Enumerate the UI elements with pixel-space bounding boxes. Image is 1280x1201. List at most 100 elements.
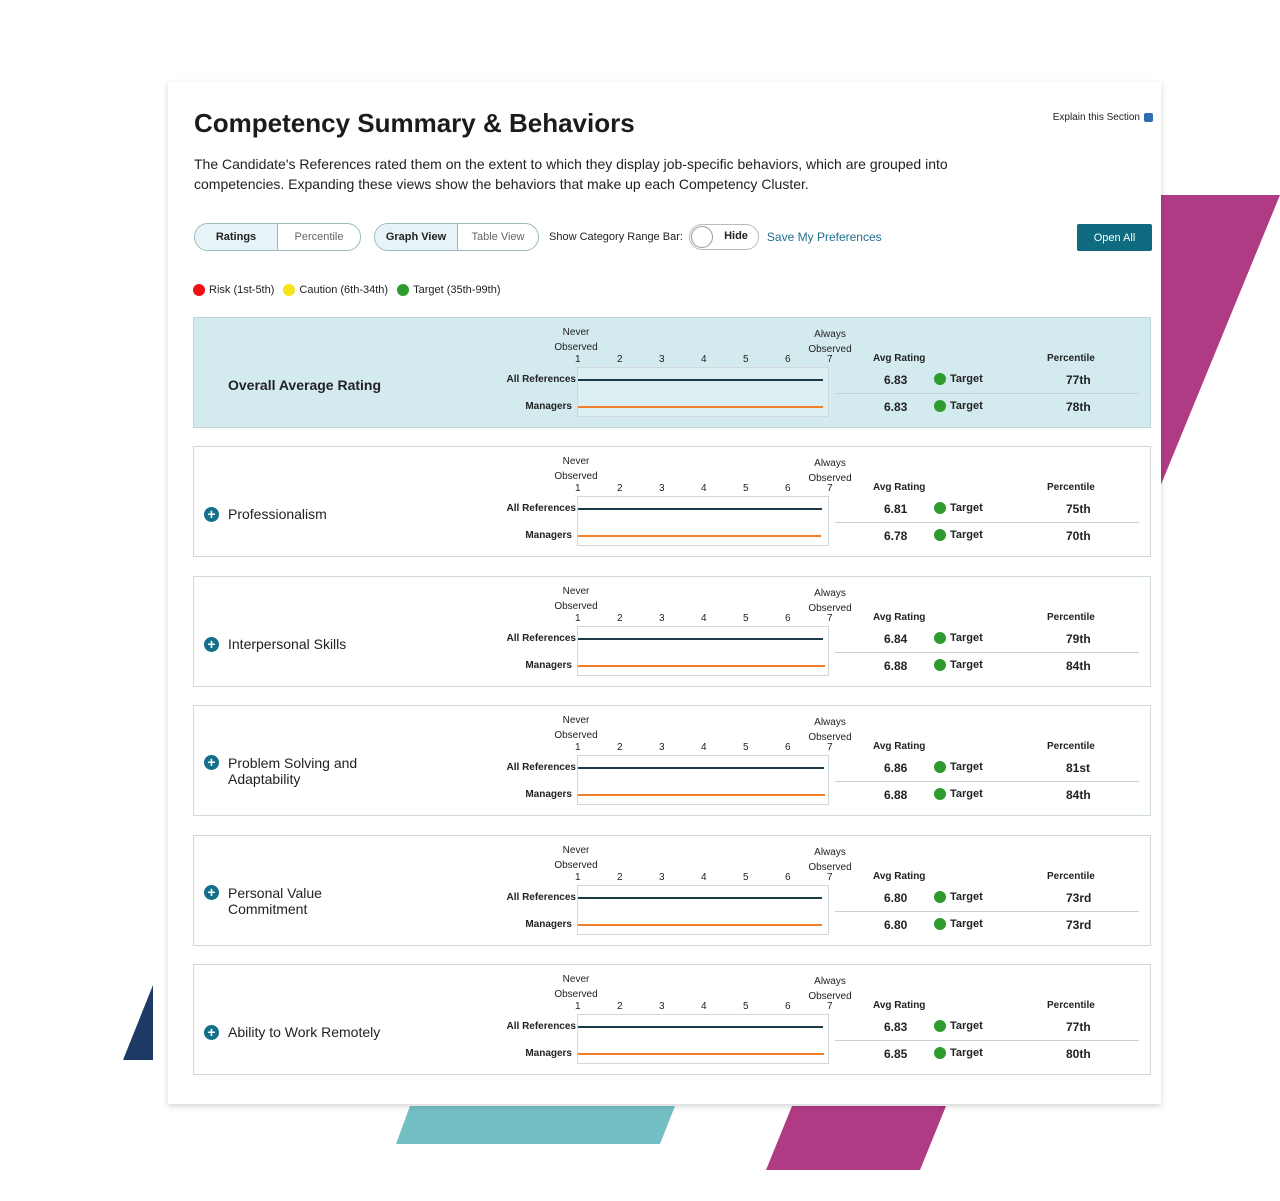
all-avg-value: 6.80 [884,891,908,905]
competency-row[interactable]: + Ability to Work Remotely Never Observed A… [193,964,1151,1075]
scale-tick-label: 4 [701,613,707,624]
never-observed-label: Never Observed [554,586,598,612]
row-divider [835,652,1139,653]
all-status: Target [934,632,983,644]
competency-name: Ability to Work Remotely [228,1024,381,1040]
all-references-label: All References [506,892,576,903]
scale-tick-label: 6 [785,742,791,753]
table-view-tab[interactable]: Table View [458,224,538,250]
expand-plus-icon[interactable]: + [204,1025,219,1040]
expand-plus-icon[interactable]: + [204,755,219,770]
all-references-bar [578,379,823,381]
ratings-tab[interactable]: Ratings [195,224,278,250]
managers-avg-value: 6.88 [884,659,908,673]
scale-tick-label: 2 [617,1001,623,1012]
scale-tick-label: 2 [617,872,623,883]
scale-tick-label: 1 [575,483,581,494]
managers-status: Target [934,1047,983,1059]
green-dot-icon [934,373,946,385]
yellow-dot-icon [283,284,296,296]
explain-link[interactable]: Explain this Section [1053,112,1153,123]
percentile-tab[interactable]: Percentile [278,224,360,250]
all-percentile-value: 73rd [1066,891,1092,905]
avg-rating-header: Avg Rating [873,482,926,493]
managers-label: Managers [525,530,572,541]
always-observed-label: Always Observed [808,847,852,873]
managers-label: Managers [525,401,572,412]
scale-tick-label: 3 [659,354,665,365]
scale-tick-label: 6 [785,354,791,365]
legend-risk: Risk (1st-5th) [193,284,274,296]
scale-tick-label: 4 [701,354,707,365]
scale-tick-label: 1 [575,872,581,883]
managers-avg-value: 6.88 [884,788,908,802]
legend-label: Caution (6th-34th) [299,284,389,296]
competency-name: Problem Solving and Adaptability [228,755,358,787]
all-avg-value: 6.83 [884,373,908,387]
all-references-label: All References [506,1021,576,1032]
all-percentile-value: 77th [1066,373,1091,387]
range-bar-toggle[interactable]: Hide [688,224,759,250]
managers-bar [578,535,821,537]
never-observed-label: Never Observed [554,715,598,741]
row-divider [835,781,1139,782]
magenta-stripe-right [1160,195,1280,487]
competency-row[interactable]: + Interpersonal Skills Never Observed Alway… [193,576,1151,687]
competency-name: Personal Value Commitment [228,885,322,917]
green-dot-icon [934,918,946,930]
competency-row[interactable]: + Problem Solving and Adaptability Never O… [193,705,1151,816]
scale-tick-label: 3 [659,483,665,494]
open-all-button[interactable]: Open All [1077,224,1152,251]
competency-row[interactable]: + Personal Value Commitment Never Observed… [193,835,1151,946]
all-percentile-value: 77th [1066,1020,1091,1034]
view-toggle: Graph View Table View [374,223,539,251]
info-icon [1144,113,1153,122]
all-references-label: All References [506,503,576,514]
never-observed-label: Never Observed [554,845,598,871]
expand-plus-icon[interactable]: + [204,507,219,522]
legend: Risk (1st-5th) Caution (6th-34th) Target… [193,284,510,296]
scale-tick-label: 6 [785,483,791,494]
status-label: Target [950,373,983,385]
scale-tick-label: 1 [575,1001,581,1012]
all-avg-value: 6.86 [884,761,908,775]
scale-tick-label: 7 [827,1001,833,1012]
managers-bar [578,1053,824,1055]
scale-tick-label: 1 [575,742,581,753]
managers-bar [578,794,825,796]
always-observed-label: Always Observed [808,458,852,484]
all-avg-value: 6.83 [884,1020,908,1034]
green-dot-icon [934,761,946,773]
managers-status: Target [934,788,983,800]
all-status: Target [934,1020,983,1032]
all-percentile-value: 75th [1066,502,1091,516]
range-bar-label: Show Category Range Bar: [549,231,683,243]
managers-bar [578,406,823,408]
graph-view-tab[interactable]: Graph View [375,224,458,250]
teal-bar-bottom [396,1106,675,1144]
status-label: Target [950,1020,983,1032]
save-preferences-link[interactable]: Save My Preferences [767,230,882,244]
all-status: Target [934,373,983,385]
all-avg-value: 6.84 [884,632,908,646]
managers-avg-value: 6.85 [884,1047,908,1061]
row-divider [835,911,1139,912]
managers-label: Managers [525,660,572,671]
managers-percentile-value: 78th [1066,400,1091,414]
expand-plus-icon[interactable]: + [204,637,219,652]
status-label: Target [950,1047,983,1059]
avg-rating-header: Avg Rating [873,353,926,364]
status-label: Target [950,529,983,541]
scale-tick-label: 2 [617,483,623,494]
legend-label: Target (35th-99th) [413,284,501,296]
always-observed-label: Always Observed [808,329,852,355]
scale-tick-label: 3 [659,872,665,883]
expand-plus-icon[interactable]: + [204,885,219,900]
scale-tick-label: 3 [659,613,665,624]
always-observed-label: Always Observed [808,976,852,1002]
rating-plot-area [577,755,829,805]
managers-avg-value: 6.80 [884,918,908,932]
percentile-header: Percentile [1047,871,1095,882]
rating-plot-area [577,626,829,676]
competency-row[interactable]: + Professionalism Never Observed Always Obs… [193,446,1151,557]
